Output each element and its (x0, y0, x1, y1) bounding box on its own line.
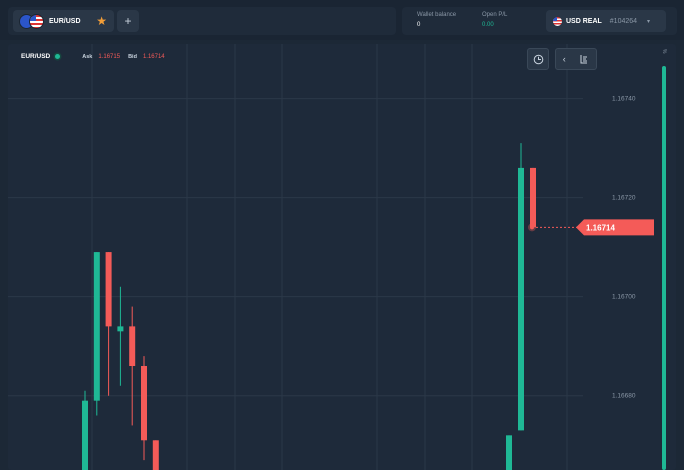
candle-body (530, 167, 536, 228)
candle-body (152, 440, 159, 470)
account-type: USD REAL (566, 17, 602, 25)
side-meter-label: % (661, 49, 667, 54)
y-tick-label: 1.16700 (612, 294, 636, 301)
open-pl-label: Open P/L (482, 12, 508, 18)
pair-tab-eurusd[interactable]: EUR/USD ★ (13, 10, 114, 32)
bid-value: 1.16714 (142, 53, 165, 60)
us-flag-icon (29, 14, 44, 29)
candlestick-chart[interactable]: 1.16740 1.16720 1.16700 1.16680 1.16714 (8, 44, 676, 470)
account-selector[interactable]: USD REAL #104264 ▾ (546, 10, 666, 32)
bid-label: Bid (128, 53, 137, 60)
pair-tab-label: EUR/USD (49, 17, 81, 25)
side-meter-bar (662, 66, 666, 470)
us-flag-icon (553, 16, 562, 26)
candle-body (93, 252, 100, 401)
chevron-down-icon: ▾ (647, 18, 651, 25)
current-price-dot (530, 225, 534, 230)
ask-label: Ask (82, 53, 93, 60)
wallet-balance-label: Wallet balance (417, 12, 457, 18)
star-icon[interactable]: ★ (96, 14, 107, 28)
current-price-label: 1.16714 (586, 223, 615, 232)
ask-value: 1.16715 (98, 53, 121, 60)
live-indicator-icon (55, 54, 61, 59)
instrument-info: EUR/USD Ask 1.16715 Bid 1.16714 (21, 53, 165, 60)
candle-body (105, 252, 112, 327)
candle-body (141, 366, 147, 441)
candle-body (506, 435, 512, 470)
clock-icon (533, 54, 543, 64)
chart-tools-group: ‹ (555, 48, 597, 70)
candle-body (129, 326, 136, 366)
candle-body (117, 326, 124, 332)
open-pl-value: 0.00 (482, 22, 494, 28)
add-tab-button[interactable]: + (117, 10, 139, 32)
chart-area[interactable]: 1.16740 1.16720 1.16700 1.16680 1.16714 EUR/… (8, 44, 676, 470)
clock-button[interactable] (527, 48, 549, 70)
currency-flags-icon (19, 14, 45, 29)
account-id: #104264 (609, 17, 638, 25)
instrument-name: EUR/USD (21, 53, 51, 60)
chevron-left-icon[interactable]: ‹ (563, 54, 566, 64)
y-tick-label: 1.16720 (612, 195, 636, 202)
indicators-icon[interactable] (579, 54, 589, 64)
y-tick-label: 1.16740 (612, 96, 636, 103)
candle-body (82, 400, 88, 470)
candle-body (518, 167, 524, 431)
wallet-balance-value: 0 (417, 22, 421, 28)
y-tick-label: 1.16680 (612, 393, 636, 400)
